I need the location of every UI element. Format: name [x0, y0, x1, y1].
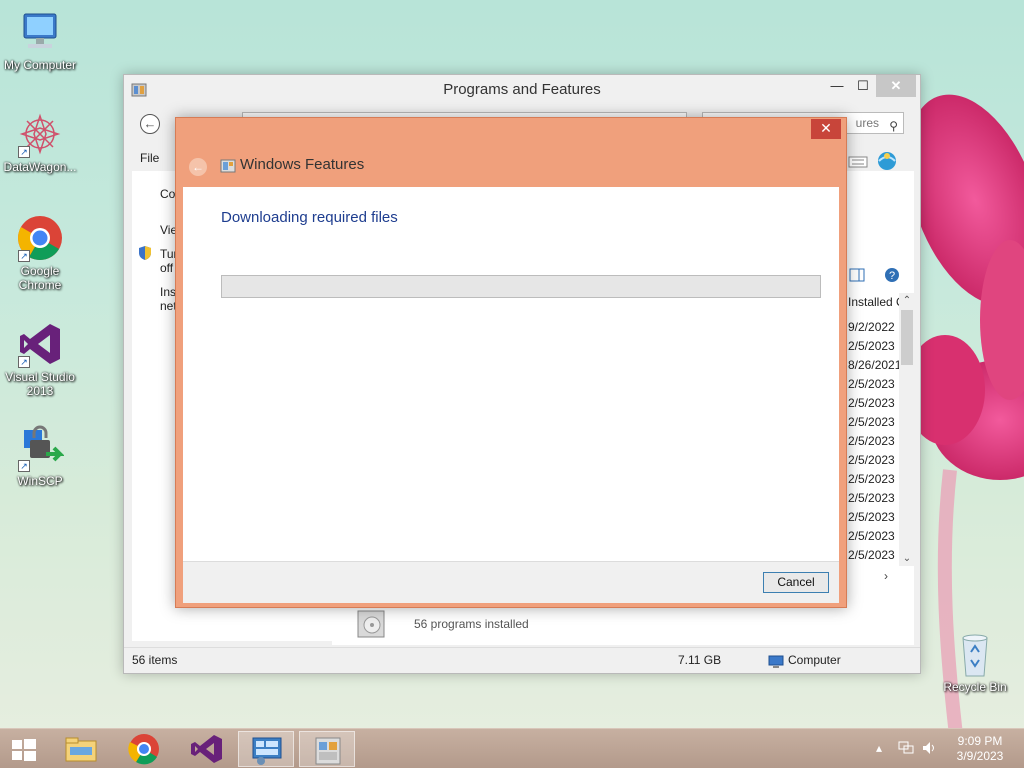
desktop-icon-label: My Computer	[3, 58, 77, 72]
datawagon-icon: ↗	[16, 110, 64, 158]
scroll-up-icon[interactable]: ⌃	[899, 295, 915, 306]
table-cell-date: 2/5/2023	[848, 415, 895, 429]
status-size: 7.11 GB	[678, 653, 722, 667]
winscp-icon: ↗	[16, 424, 65, 472]
uac-shield-icon	[138, 245, 152, 264]
table-cell-date: 2/5/2023	[848, 396, 895, 410]
desktop-icon-google-chrome[interactable]: ↗ Google Chrome	[0, 214, 80, 292]
help-icon[interactable]: ?	[884, 267, 900, 286]
computer-icon	[768, 653, 784, 677]
cancel-button[interactable]: Cancel	[763, 572, 829, 593]
taskbar: ▴ 9:09 PM 3/9/2023	[0, 728, 1024, 768]
recycle-bin-icon	[951, 630, 999, 678]
start-button[interactable]	[0, 731, 56, 767]
shortcut-arrow-icon: ↗	[18, 356, 30, 368]
help-globe-icon[interactable]	[876, 149, 898, 174]
show-hidden-icons-icon[interactable]: ▴	[876, 741, 882, 755]
table-cell-date: 2/5/2023	[848, 548, 895, 562]
download-progress-bar	[221, 275, 821, 298]
desktop-icon-label: 2013	[26, 384, 54, 398]
table-cell-date: 2/5/2023	[848, 377, 895, 391]
status-location: Computer	[788, 653, 841, 667]
scrollbar-thumb[interactable]	[901, 310, 913, 365]
programs-installer-icon	[352, 607, 392, 642]
installed-on-column: 9/2/2022 2/5/2023 8/26/2021 2/5/2023 2/5…	[848, 318, 900, 565]
desktop-icon-label: Chrome	[18, 278, 62, 292]
windows-features-taskbar-icon[interactable]	[299, 731, 355, 767]
network-icon[interactable]	[898, 741, 914, 758]
back-arrow-icon[interactable]: ←	[189, 158, 207, 176]
desktop-icon-label: DataWagon...	[3, 160, 77, 174]
back-arrow-icon[interactable]: ←	[140, 114, 160, 134]
close-button[interactable]: ✕	[876, 75, 916, 97]
visual-studio-taskbar-icon[interactable]	[178, 731, 234, 767]
view-options-icon[interactable]	[848, 155, 868, 171]
table-cell-date: 2/5/2023	[848, 453, 895, 467]
maximize-button[interactable]: ☐	[850, 75, 876, 97]
dialog-body: Downloading required files	[183, 187, 839, 561]
desktop-icon-datawagon[interactable]: ↗ DataWagon...	[0, 110, 80, 174]
desktop-icon-my-computer[interactable]: My Computer	[0, 8, 80, 72]
dialog-footer: Cancel	[183, 561, 839, 603]
dialog-title: Windows Features	[240, 156, 365, 173]
table-cell-date: 2/5/2023	[848, 529, 895, 543]
desktop-icon-label: Google	[20, 264, 60, 278]
desktop-icon-label: WinSCP	[17, 474, 63, 488]
system-clock[interactable]: 9:09 PM 3/9/2023	[948, 734, 1012, 764]
windows-features-icon	[220, 158, 236, 174]
vertical-scrollbar[interactable]: ⌃ ⌄	[899, 293, 915, 566]
svg-text:?: ?	[889, 270, 895, 282]
chrome-taskbar-icon[interactable]	[116, 731, 172, 767]
details-pane-icon[interactable]	[849, 268, 865, 285]
dialog-heading: Downloading required files	[221, 209, 398, 226]
task-link-control-panel-home[interactable]: Co	[160, 187, 175, 201]
table-cell-date: 2/5/2023	[848, 339, 895, 353]
programs-installed-count: 56 programs installed	[414, 617, 529, 631]
status-item-count: 56 items	[132, 653, 178, 667]
clock-time: 9:09 PM	[957, 734, 1003, 748]
details-pane: 56 programs installed	[332, 605, 914, 645]
control-panel-taskbar-icon[interactable]	[238, 731, 294, 767]
desktop-icon-recycle-bin[interactable]: Recycle Bin	[935, 630, 1015, 694]
scroll-right-icon[interactable]: ›	[884, 569, 888, 583]
desktop-icon-label: Visual Studio	[5, 370, 75, 384]
shortcut-arrow-icon: ↗	[18, 460, 30, 472]
search-icon: ⚲	[889, 119, 898, 133]
search-placeholder: ures	[855, 116, 879, 130]
status-bar: 56 items 7.11 GB Computer	[124, 647, 920, 673]
menu-file[interactable]: File	[140, 151, 159, 165]
table-cell-date: 8/26/2021	[848, 358, 900, 372]
table-cell-date: 2/5/2023	[848, 491, 895, 505]
visual-studio-icon: ↗	[16, 320, 64, 368]
shortcut-arrow-icon: ↗	[18, 250, 30, 262]
scroll-down-icon[interactable]: ⌄	[899, 553, 915, 564]
windows-features-dialog[interactable]: ✕ ← Windows Features Downloading require…	[175, 117, 847, 608]
table-cell-date: 2/5/2023	[848, 434, 895, 448]
file-explorer-taskbar-icon[interactable]	[54, 731, 110, 767]
table-cell-date: 2/5/2023	[848, 510, 895, 524]
shortcut-arrow-icon: ↗	[18, 146, 30, 158]
desktop-icon-winscp[interactable]: ↗ WinSCP	[0, 424, 80, 488]
minimize-button[interactable]: —	[824, 75, 850, 97]
task-link-turn-features-line2[interactable]: off	[160, 261, 173, 275]
chrome-icon: ↗	[16, 214, 64, 262]
desktop-icon-label: Recycle Bin	[943, 680, 1007, 694]
dialog-close-button[interactable]: ✕	[811, 119, 841, 139]
table-cell-date: 9/2/2022	[848, 320, 895, 334]
window-title: Programs and Features	[443, 81, 601, 98]
computer-icon	[16, 8, 64, 56]
volume-icon[interactable]	[922, 741, 938, 758]
table-cell-date: 2/5/2023	[848, 472, 895, 486]
desktop-icon-visual-studio[interactable]: ↗ Visual Studio 2013	[0, 320, 80, 398]
clock-date: 3/9/2023	[956, 749, 1004, 763]
